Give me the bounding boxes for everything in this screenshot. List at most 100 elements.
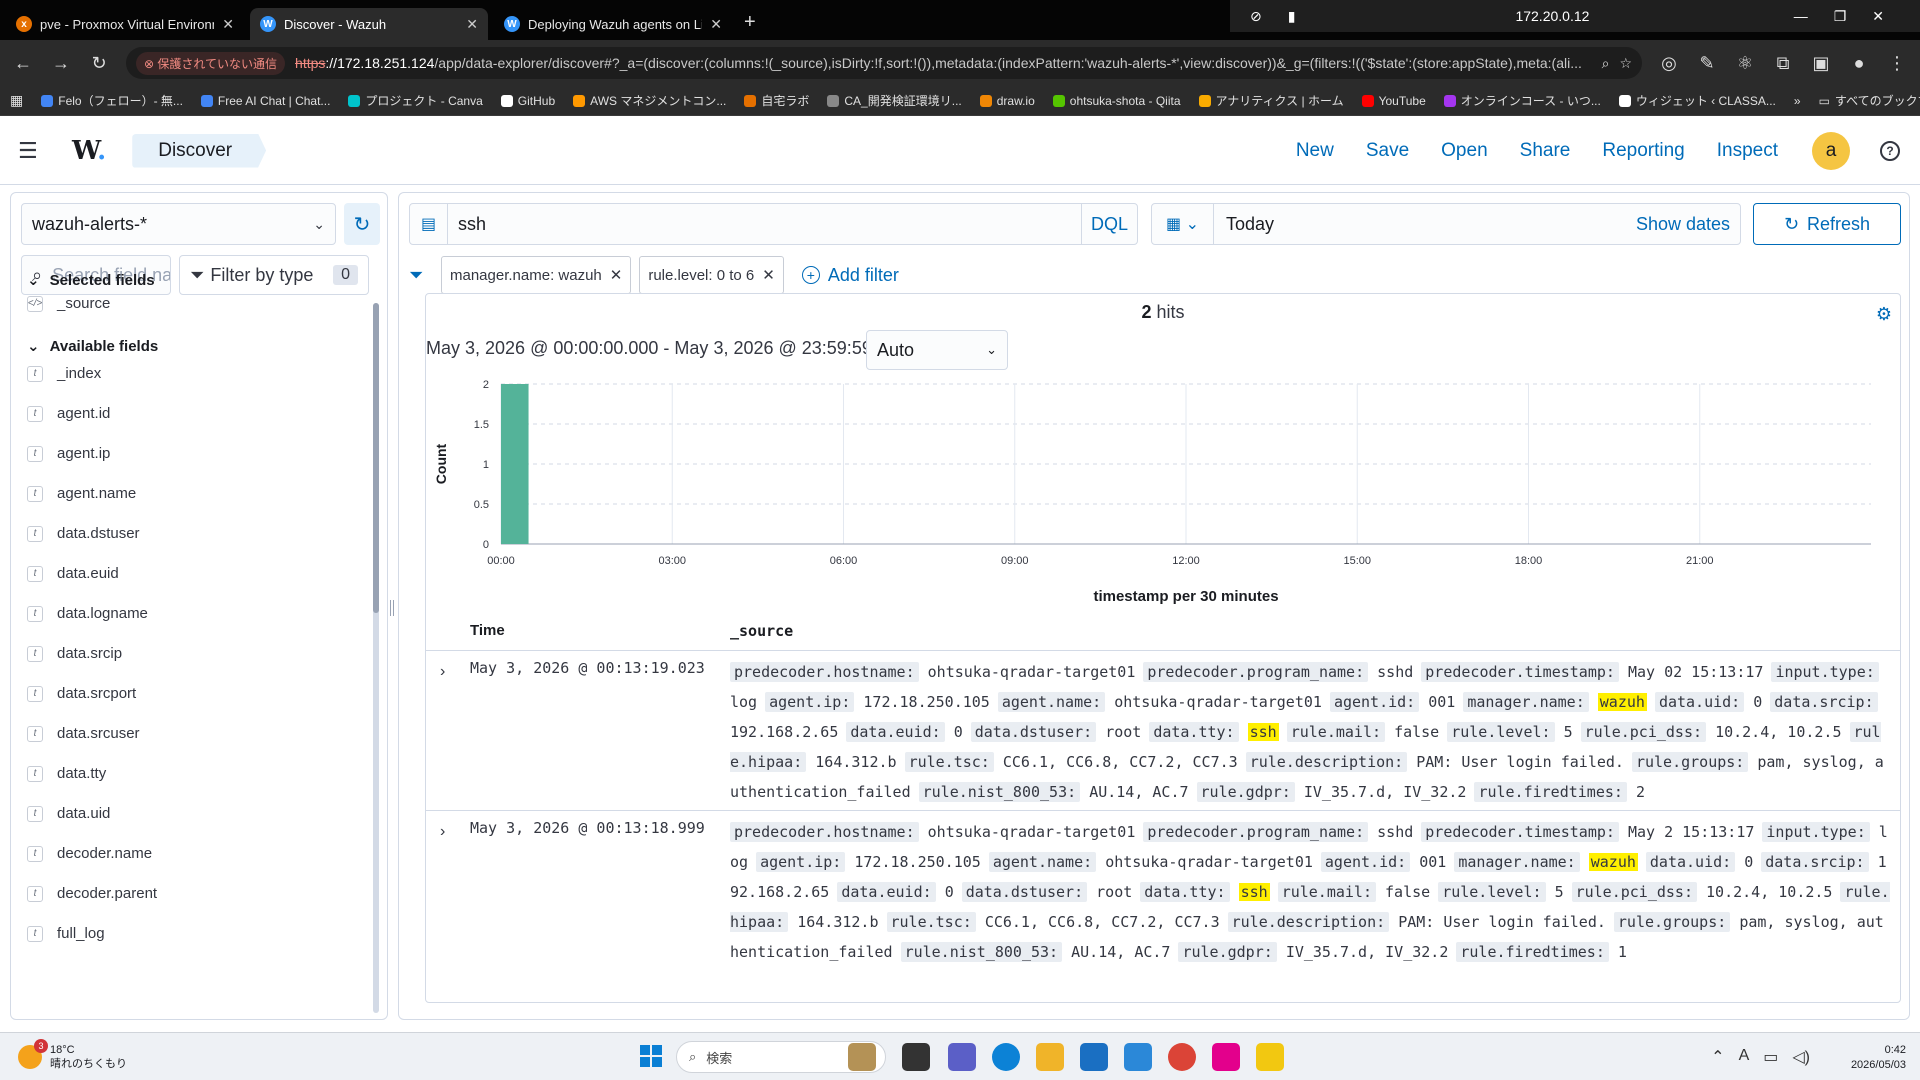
available-field-item[interactable]: t full_log bbox=[27, 925, 105, 942]
filter-pill[interactable]: manager.name: wazuh ✕ bbox=[441, 256, 632, 294]
available-field-item[interactable]: t agent.name bbox=[27, 485, 136, 502]
restore-icon[interactable]: ❐ bbox=[1834, 8, 1847, 25]
bookmark-item[interactable]: draw.io bbox=[979, 92, 1035, 109]
bookmark-item[interactable]: YouTube bbox=[1361, 92, 1426, 109]
user-avatar[interactable]: a bbox=[1812, 131, 1850, 170]
nav-new[interactable]: New bbox=[1296, 140, 1334, 162]
bookmarks-more[interactable]: » bbox=[1794, 94, 1801, 108]
minimize-icon[interactable]: — bbox=[1794, 8, 1808, 24]
tab-close-icon[interactable]: ✕ bbox=[222, 16, 234, 33]
url-text[interactable]: https://172.18.251.124/app/data-explorer… bbox=[295, 55, 1592, 71]
filter-by-type-button[interactable]: ⏷ Filter by type 0 bbox=[179, 255, 369, 295]
menu-kebab-icon[interactable]: ⋮ bbox=[1886, 53, 1908, 74]
available-field-item[interactable]: t decoder.parent bbox=[27, 885, 157, 902]
network-icon[interactable]: ▭ bbox=[1763, 1047, 1778, 1067]
column-time[interactable]: Time bbox=[470, 622, 505, 639]
search-highlight-icon[interactable] bbox=[848, 1043, 876, 1071]
browser-tab[interactable]: W Deploying Wazuh agents on Linux ✕ bbox=[494, 8, 732, 40]
available-field-item[interactable]: t data.uid bbox=[27, 805, 110, 822]
app-icon[interactable] bbox=[1212, 1043, 1240, 1071]
weather-widget[interactable]: 3 18°C 晴れのちくもり bbox=[18, 1038, 127, 1071]
add-filter-button[interactable]: + Add filter bbox=[801, 265, 899, 286]
bookmark-item[interactable]: AWS マネジメントコン... bbox=[573, 92, 726, 109]
date-range-label[interactable]: Today bbox=[1214, 214, 1636, 235]
sidepanel-icon[interactable]: ▣ bbox=[1810, 53, 1832, 74]
file-explorer-icon[interactable] bbox=[1036, 1043, 1064, 1071]
bookmark-item[interactable]: Felo（フェロー）- 無... bbox=[41, 92, 183, 109]
chevron-right-icon[interactable]: › bbox=[440, 663, 445, 681]
reload-fields-button[interactable]: ↻ bbox=[344, 203, 380, 245]
close-icon[interactable]: ✕ bbox=[762, 266, 775, 284]
profile-icon[interactable]: ● bbox=[1848, 53, 1870, 74]
reload-icon[interactable]: ↻ bbox=[88, 53, 110, 74]
pen-icon[interactable]: ✎ bbox=[1696, 53, 1718, 74]
ime-icon[interactable]: A bbox=[1739, 1047, 1750, 1067]
bookmark-item[interactable]: CA_開発検証環境リ... bbox=[827, 92, 962, 109]
filter-pill[interactable]: rule.level: 0 to 6 ✕ bbox=[639, 256, 784, 294]
outlook-icon[interactable] bbox=[1124, 1043, 1152, 1071]
windows-start-icon[interactable] bbox=[640, 1045, 662, 1067]
apps-grid-icon[interactable]: ▦ bbox=[10, 92, 23, 109]
nav-save[interactable]: Save bbox=[1366, 140, 1409, 162]
saved-query-icon[interactable]: ▤ bbox=[410, 204, 448, 244]
chrome-icon[interactable] bbox=[1168, 1043, 1196, 1071]
close-icon[interactable]: ✕ bbox=[1872, 8, 1884, 25]
zoom-icon[interactable]: ⌕ bbox=[1602, 55, 1610, 72]
bookmark-item[interactable]: ohtsuka-shota - Qiita bbox=[1052, 92, 1181, 109]
clock[interactable]: 0:42 2026/05/03 bbox=[1851, 1043, 1906, 1073]
url-field[interactable]: ⊗ 保護されていない通信 https://172.18.251.124/app/… bbox=[126, 47, 1642, 79]
available-field-item[interactable]: t _index bbox=[27, 365, 101, 382]
selected-field-item[interactable]: </> _source bbox=[27, 295, 110, 312]
nav-share[interactable]: Share bbox=[1520, 140, 1571, 162]
nav-reporting[interactable]: Reporting bbox=[1602, 140, 1684, 162]
bookmark-item[interactable]: アナリティクス | ホーム bbox=[1198, 92, 1344, 109]
sidebar-scrollbar[interactable] bbox=[373, 303, 379, 1013]
extensions-icon[interactable]: ⧉ bbox=[1772, 53, 1794, 74]
available-fields-header[interactable]: ⌄ Available fields bbox=[27, 337, 158, 356]
edge-icon[interactable] bbox=[992, 1043, 1020, 1071]
column-source[interactable]: _source bbox=[730, 622, 793, 640]
insecure-badge[interactable]: ⊗ 保護されていない通信 bbox=[136, 51, 286, 75]
bookmark-item[interactable]: GitHub bbox=[500, 92, 555, 109]
volume-icon[interactable]: ◁) bbox=[1792, 1047, 1810, 1067]
histogram-bar[interactable] bbox=[501, 384, 529, 544]
dql-toggle[interactable]: DQL bbox=[1081, 204, 1137, 244]
bookmark-item[interactable]: ウィジェット ‹ CLASSA... bbox=[1618, 92, 1776, 109]
text-app-icon[interactable] bbox=[1256, 1043, 1284, 1071]
store-icon[interactable] bbox=[1080, 1043, 1108, 1071]
bookmark-item[interactable]: プロジェクト - Canva bbox=[348, 92, 483, 109]
hamburger-menu-icon[interactable]: ☰ bbox=[18, 138, 42, 164]
new-tab-button[interactable]: + bbox=[744, 11, 756, 34]
nav-inspect[interactable]: Inspect bbox=[1717, 140, 1778, 162]
refresh-button[interactable]: ↻ Refresh bbox=[1753, 203, 1901, 245]
all-bookmarks[interactable]: ▭すべてのブックマーク bbox=[1819, 92, 1920, 109]
breadcrumb-discover[interactable]: Discover bbox=[132, 133, 267, 168]
calendar-icon[interactable]: ▦ ⌄ bbox=[1152, 204, 1214, 244]
screenshot-icon[interactable]: ◎ bbox=[1658, 53, 1680, 74]
available-field-item[interactable]: t data.logname bbox=[27, 605, 148, 622]
forward-icon[interactable]: → bbox=[50, 53, 72, 74]
index-pattern-select[interactable]: wazuh-alerts-* ⌄ bbox=[21, 203, 336, 245]
panel-resize-handle[interactable] bbox=[390, 600, 394, 616]
wazuh-logo[interactable]: W. bbox=[72, 136, 106, 166]
nav-open[interactable]: Open bbox=[1441, 140, 1487, 162]
available-field-item[interactable]: t data.tty bbox=[27, 765, 106, 782]
tab-close-icon[interactable]: ✕ bbox=[710, 16, 722, 33]
bookmark-item[interactable]: Free AI Chat | Chat... bbox=[200, 92, 330, 109]
available-field-item[interactable]: t agent.id bbox=[27, 405, 110, 422]
browser-tab[interactable]: x pve - Proxmox Virtual Environment ✕ bbox=[6, 8, 244, 40]
available-field-item[interactable]: t data.srcport bbox=[27, 685, 136, 702]
browser-tab[interactable]: W Discover - Wazuh ✕ bbox=[250, 8, 488, 40]
available-field-item[interactable]: t data.srcip bbox=[27, 645, 122, 662]
chevron-up-icon[interactable]: ⌃ bbox=[1711, 1047, 1724, 1067]
tab-close-icon[interactable]: ✕ bbox=[466, 16, 478, 33]
bookmark-item[interactable]: 自宅ラボ bbox=[744, 92, 809, 109]
available-field-item[interactable]: t data.dstuser bbox=[27, 525, 140, 542]
available-field-item[interactable]: t agent.ip bbox=[27, 445, 110, 462]
back-icon[interactable]: ← bbox=[12, 53, 34, 74]
react-icon[interactable]: ⚛ bbox=[1734, 53, 1756, 74]
interval-select[interactable]: Auto ⌄ bbox=[866, 330, 1008, 370]
show-dates-link[interactable]: Show dates bbox=[1636, 214, 1740, 235]
bookmark-star-icon[interactable]: ☆ bbox=[1619, 55, 1632, 72]
available-field-item[interactable]: t data.srcuser bbox=[27, 725, 140, 742]
